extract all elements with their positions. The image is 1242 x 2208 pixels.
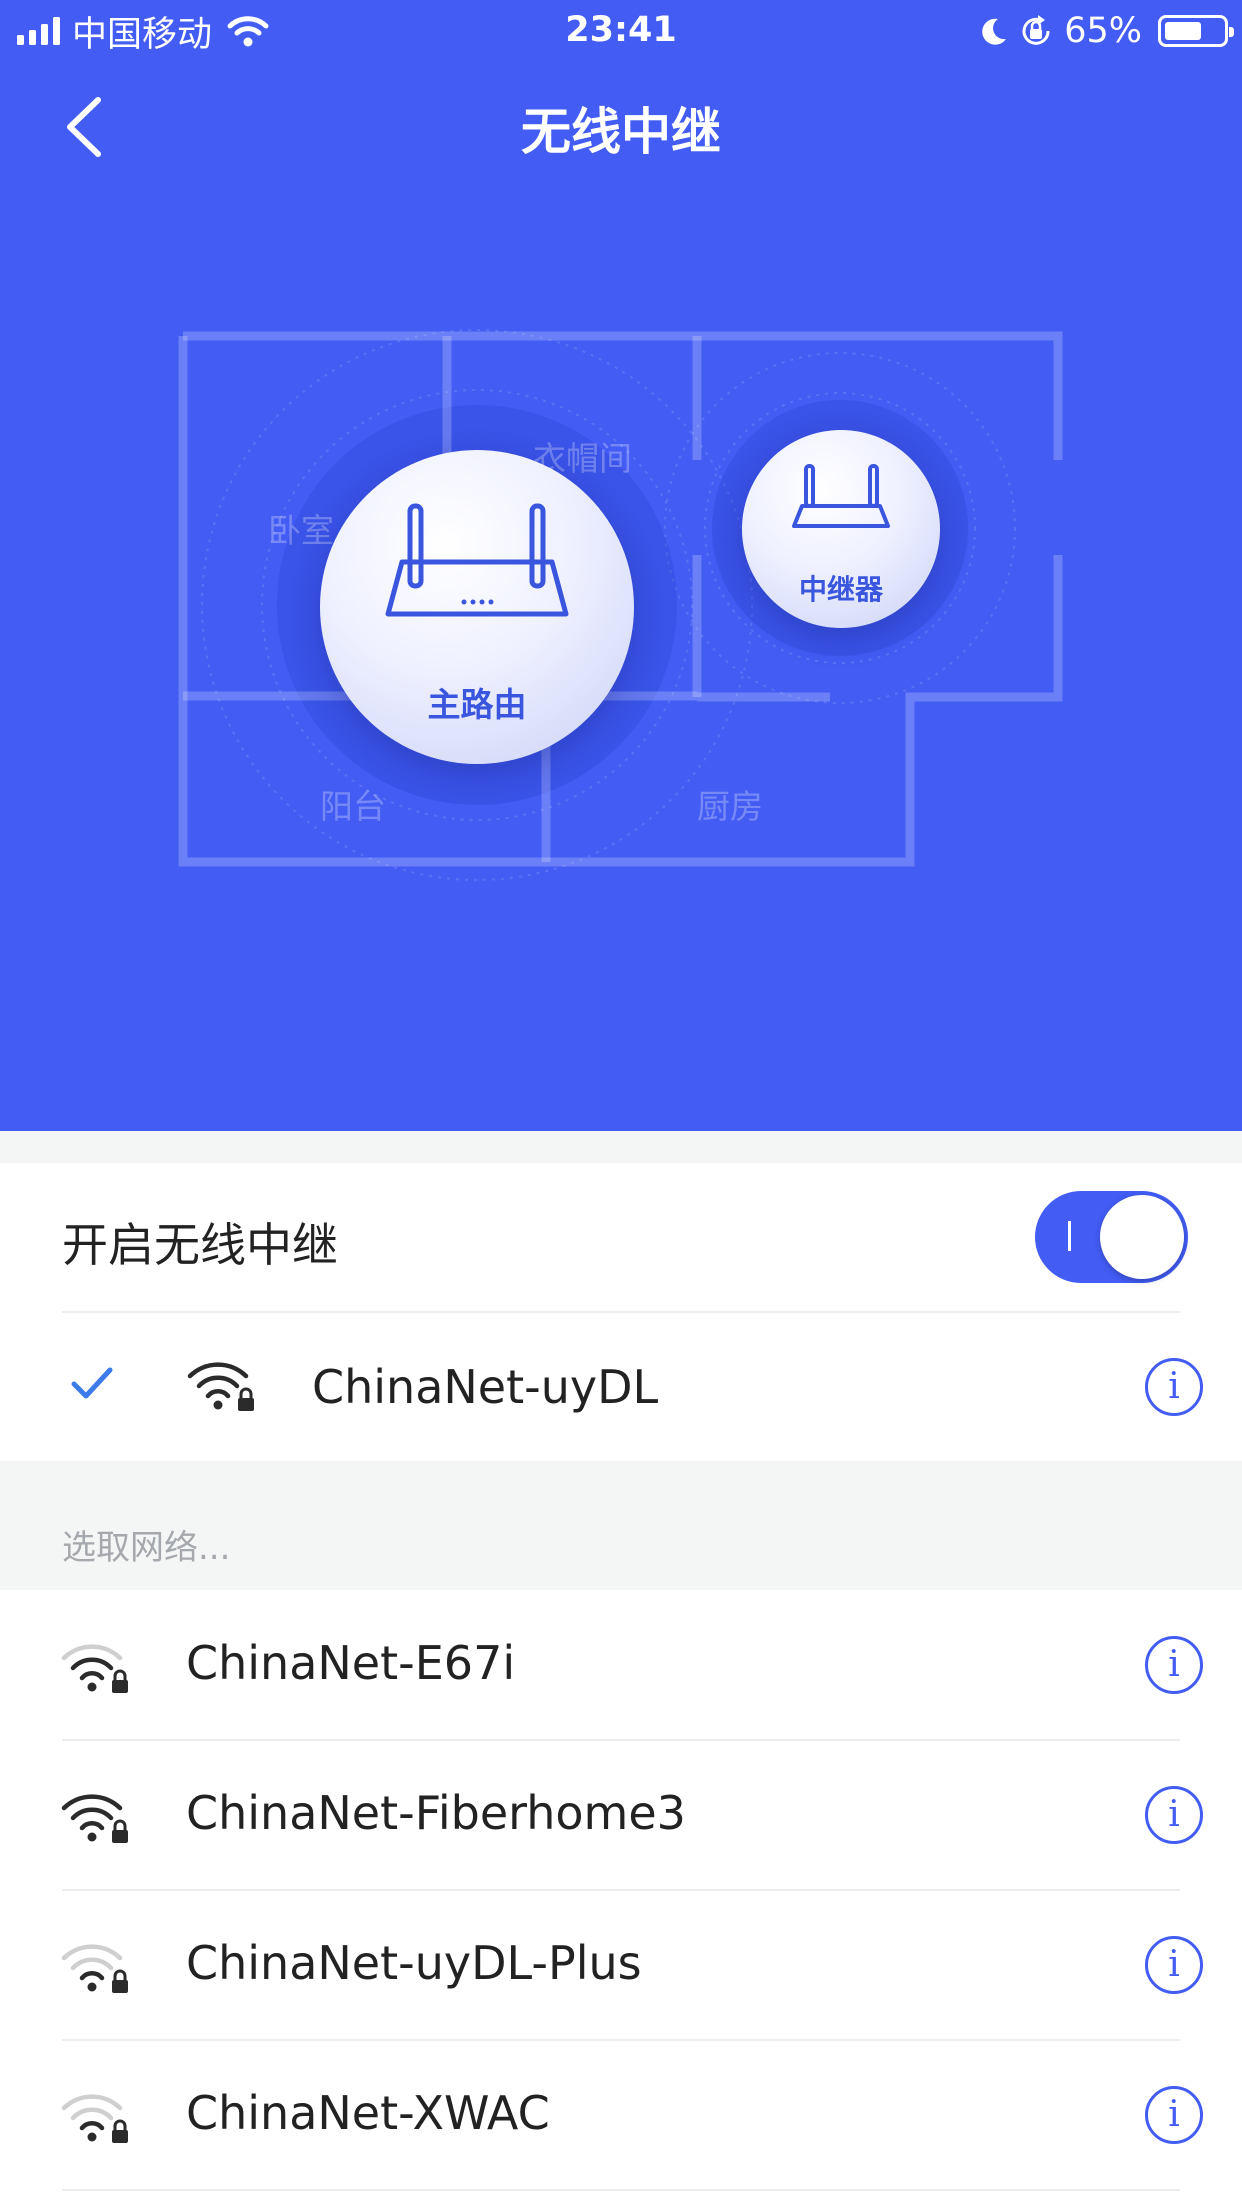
network-name: ChinaNet-Fiberhome3	[186, 1786, 686, 1840]
wifi-locked-icon	[61, 2094, 128, 2143]
hero-panel: 卧室 衣帽间 阳台 厨房 主路由 中继器 中国移动 23:41 65% 无线中继	[0, 0, 1242, 1131]
info-icon[interactable]: i	[1145, 1936, 1203, 1994]
list-item[interactable]: ChinaNet-Fiberhome3 i	[0, 1740, 1242, 1890]
wifi-locked-icon	[187, 1362, 254, 1411]
divider	[62, 2189, 1180, 2191]
toggle-knob	[1100, 1195, 1184, 1279]
repeater-icon	[792, 464, 890, 528]
list-item[interactable]: ChinaNet-E67i i	[0, 1590, 1242, 1740]
page-title: 无线中继	[521, 103, 721, 161]
orientation-lock-icon	[1022, 15, 1050, 45]
wifi-locked-icon	[61, 1944, 128, 1993]
relay-toggle-switch[interactable]	[1035, 1191, 1188, 1283]
list-item[interactable]: ChinaNet-XWAC i	[0, 2040, 1242, 2190]
info-icon[interactable]: i	[1145, 1358, 1203, 1416]
wifi-locked-icon	[61, 1794, 128, 1843]
repeater-node[interactable]: 中继器	[742, 430, 940, 628]
relay-toggle-row: 开启无线中继	[0, 1163, 1242, 1311]
router-icon	[385, 503, 569, 617]
moon-icon	[982, 18, 1007, 45]
connected-network-name[interactable]: ChinaNet-uyDL	[312, 1360, 658, 1414]
repeater-label: 中继器	[798, 573, 883, 606]
divider	[62, 1311, 1180, 1313]
room-label-bedroom: 卧室	[268, 511, 334, 550]
info-icon[interactable]: i	[1145, 1636, 1203, 1694]
info-icon[interactable]: i	[1145, 2086, 1203, 2144]
relay-toggle-label: 开启无线中继	[62, 1218, 338, 1272]
relay-settings-card: 开启无线中继	[0, 1163, 1242, 1461]
nav-bar: 无线中继	[0, 62, 1242, 192]
room-label-balcony: 阳台	[320, 787, 386, 826]
status-bar: 中国移动 23:41 65%	[0, 0, 1242, 62]
section-label: 选取网络...	[62, 1528, 231, 1568]
list-item[interactable]: ChinaNet-uyDL-Plus i	[0, 1890, 1242, 2040]
checkmark-icon	[71, 1367, 113, 1399]
network-name: ChinaNet-XWAC	[186, 2086, 550, 2140]
network-name: ChinaNet-E67i	[186, 1636, 516, 1690]
network-name: ChinaNet-uyDL-Plus	[186, 1936, 642, 1990]
wifi-locked-icon	[61, 1644, 128, 1693]
battery-percent: 65%	[1064, 11, 1142, 51]
info-icon[interactable]: i	[1145, 1786, 1203, 1844]
battery-icon	[1158, 15, 1234, 47]
main-router-node[interactable]: 主路由	[320, 450, 634, 764]
main-router-label: 主路由	[427, 685, 527, 724]
network-list: ChinaNet-E67i i ChinaNet-Fiberhome3 i Ch…	[0, 1590, 1242, 2208]
room-label-kitchen: 厨房	[697, 787, 763, 826]
battery-level	[1165, 22, 1201, 40]
